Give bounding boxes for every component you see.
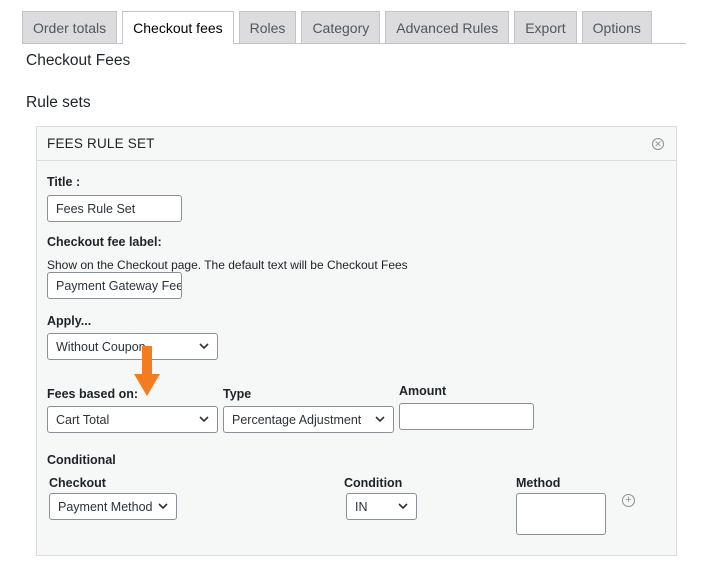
checkout-select[interactable]: Payment Method (49, 493, 177, 520)
chevron-down-icon (398, 503, 408, 510)
rule-set-header-label: FEES RULE SET (47, 136, 155, 151)
tab-export[interactable]: Export (514, 11, 577, 43)
fee-label-description: Show on the Checkout page. The default t… (47, 258, 408, 272)
settings-tabs: Order totals Checkout fees Roles Categor… (22, 11, 686, 44)
type-label: Type (223, 387, 252, 401)
checkout-select-value: Payment Method (58, 499, 153, 514)
tab-order-totals[interactable]: Order totals (22, 11, 118, 43)
tab-advanced-rules[interactable]: Advanced Rules (385, 11, 510, 43)
page-title: Checkout Fees (26, 52, 131, 69)
title-label: Title : (47, 175, 81, 189)
condition-label: Condition (344, 476, 403, 490)
tab-category[interactable]: Category (301, 11, 381, 43)
close-icon[interactable]: ✕ (652, 138, 664, 150)
amount-label: Amount (399, 384, 447, 398)
condition-select[interactable]: IN (346, 493, 417, 520)
fees-based-on-value: Cart Total (56, 412, 110, 427)
add-condition-icon[interactable]: + (622, 494, 635, 507)
method-label: Method (516, 476, 561, 490)
fee-label-input[interactable]: Payment Gateway Fee (47, 272, 182, 299)
chevron-down-icon (375, 416, 385, 423)
type-select[interactable]: Percentage Adjustment (223, 406, 394, 433)
title-input[interactable]: Fees Rule Set (47, 195, 182, 222)
tab-roles[interactable]: Roles (238, 11, 297, 43)
chevron-down-icon (158, 503, 168, 510)
section-title: Rule sets (26, 94, 91, 111)
checkout-label: Checkout (49, 476, 106, 490)
fees-based-on-label: Fees based on: (47, 387, 138, 401)
type-select-value: Percentage Adjustment (232, 412, 362, 427)
tab-checkout-fees[interactable]: Checkout fees (122, 11, 234, 44)
method-field[interactable] (516, 493, 606, 535)
apply-select-value: Without Coupon (56, 339, 146, 354)
tab-options[interactable]: Options (581, 11, 652, 43)
fee-label-label: Checkout fee label: (47, 235, 162, 249)
rule-set-header: FEES RULE SET (37, 127, 676, 161)
condition-select-value: IN (355, 499, 368, 514)
fees-rule-set-panel: FEES RULE SET ✕ Title : Fees Rule Set Ch… (36, 126, 677, 556)
apply-select[interactable]: Without Coupon (47, 333, 218, 360)
chevron-down-icon (199, 343, 209, 350)
apply-label: Apply... (47, 314, 92, 328)
fees-based-on-select[interactable]: Cart Total (47, 406, 218, 433)
conditional-label: Conditional (47, 453, 116, 467)
chevron-down-icon (199, 416, 209, 423)
amount-input[interactable] (399, 403, 534, 430)
